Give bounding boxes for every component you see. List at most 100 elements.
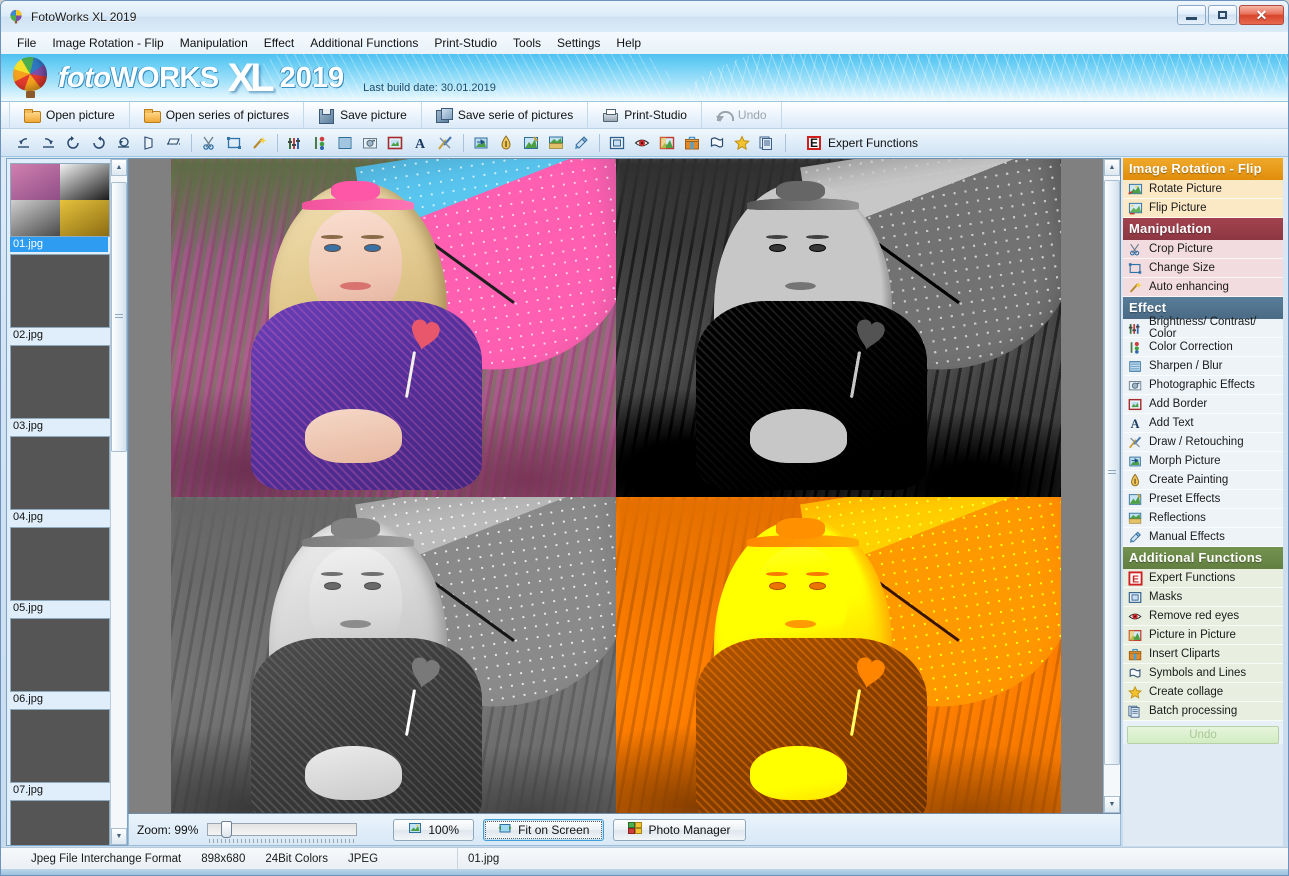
sidebar-item-draw-retouching[interactable]: Draw / Retouching bbox=[1123, 433, 1283, 452]
zoom-slider-handle[interactable] bbox=[221, 821, 233, 838]
sidebar-item-flip-picture[interactable]: Flip Picture bbox=[1123, 199, 1283, 218]
flip-horizontal-icon[interactable] bbox=[161, 132, 185, 154]
flip-vertical-icon[interactable] bbox=[136, 132, 160, 154]
rotate-left-90-icon[interactable] bbox=[11, 132, 35, 154]
crop-scissors-icon[interactable] bbox=[197, 132, 221, 154]
sidebar-item-sharpen-blur[interactable]: Sharpen / Blur bbox=[1123, 357, 1283, 376]
canvas-scroll-thumb[interactable] bbox=[1104, 180, 1120, 765]
menu-item-help[interactable]: Help bbox=[608, 33, 649, 53]
sidebar-item-expert-functions[interactable]: E Expert Functions bbox=[1123, 569, 1283, 588]
rotate-cw-icon[interactable] bbox=[86, 132, 110, 154]
thumbnail-list[interactable]: 01.jpg 02.jpg 03.jpg 04.jpg 05.jpg 06.jpg 07.j… bbox=[7, 159, 110, 845]
sidebar-item-color-correction[interactable]: Color Correction bbox=[1123, 338, 1283, 357]
sidebar-section-header[interactable]: Additional Functions bbox=[1123, 547, 1283, 569]
zoom-100-button[interactable]: 100% bbox=[393, 818, 475, 841]
batch-processing-icon[interactable] bbox=[755, 132, 779, 154]
sidebar-item-create-painting[interactable]: Create Painting bbox=[1123, 471, 1283, 490]
photographic-effects-icon[interactable] bbox=[358, 132, 382, 154]
menu-item-effect[interactable]: Effect bbox=[256, 33, 302, 53]
morph-picture-icon[interactable] bbox=[469, 132, 493, 154]
sidebar-item-preset-effects[interactable]: Preset Effects bbox=[1123, 490, 1283, 509]
sidebar-item-crop-picture[interactable]: Crop Picture bbox=[1123, 240, 1283, 259]
menu-item-additional-functions[interactable]: Additional Functions bbox=[302, 33, 426, 53]
thumbnail-scroll-track[interactable] bbox=[111, 176, 127, 828]
scroll-up-arrow-icon[interactable]: ▲ bbox=[111, 159, 127, 176]
brightness-contrast-icon[interactable] bbox=[283, 132, 307, 154]
zoom-slider[interactable] bbox=[207, 821, 358, 843]
canvas-scroll-track[interactable] bbox=[1104, 176, 1120, 796]
manual-effects-icon[interactable] bbox=[569, 132, 593, 154]
save-picture-button[interactable]: Save picture bbox=[304, 102, 422, 128]
menu-item-image-rotation-flip[interactable]: Image Rotation - Flip bbox=[44, 33, 171, 53]
add-text-icon[interactable]: A bbox=[408, 132, 432, 154]
sidebar-item-insert-cliparts[interactable]: Insert Cliparts bbox=[1123, 645, 1283, 664]
sidebar-item-create-collage[interactable]: Create collage bbox=[1123, 683, 1283, 702]
canvas-viewport[interactable] bbox=[129, 159, 1103, 813]
sidebar-item-auto-enhancing[interactable]: Auto enhancing bbox=[1123, 278, 1283, 297]
sidebar-item-symbols-and-lines[interactable]: Symbols and Lines bbox=[1123, 664, 1283, 683]
symbols-and-lines-icon[interactable] bbox=[705, 132, 729, 154]
thumbnail-scroll-thumb[interactable] bbox=[111, 182, 127, 452]
menu-item-tools[interactable]: Tools bbox=[505, 33, 549, 53]
scroll-down-arrow-icon[interactable]: ▼ bbox=[111, 828, 127, 845]
rotate-free-icon[interactable] bbox=[111, 132, 135, 154]
menu-item-print-studio[interactable]: Print-Studio bbox=[426, 33, 505, 53]
sidebar-section-header[interactable]: Image Rotation - Flip bbox=[1123, 158, 1283, 180]
remove-red-eyes-icon[interactable] bbox=[630, 132, 654, 154]
expert-functions-button[interactable]: E Expert Functions bbox=[799, 132, 926, 154]
save-serie-of-pictures-button[interactable]: Save serie of pictures bbox=[422, 102, 589, 128]
thumbnail-item[interactable]: 05.jpg bbox=[10, 527, 110, 616]
sidebar-item-masks[interactable]: Masks bbox=[1123, 588, 1283, 607]
maximize-button[interactable] bbox=[1208, 5, 1237, 25]
edited-photo[interactable] bbox=[171, 159, 1061, 813]
thumbnail-item[interactable]: 07.jpg bbox=[10, 709, 110, 798]
minimize-button[interactable] bbox=[1177, 5, 1206, 25]
open-picture-button[interactable]: Open picture bbox=[9, 102, 130, 128]
menu-item-settings[interactable]: Settings bbox=[549, 33, 608, 53]
rotate-ccw-icon[interactable] bbox=[61, 132, 85, 154]
menu-item-file[interactable]: File bbox=[9, 33, 44, 53]
picture-in-picture-icon[interactable] bbox=[655, 132, 679, 154]
thumbnail-item[interactable]: 06.jpg bbox=[10, 618, 110, 707]
sidebar-item-photographic-effects[interactable]: Photographic Effects bbox=[1123, 376, 1283, 395]
sidebar-item-add-border[interactable]: Add Border bbox=[1123, 395, 1283, 414]
add-border-icon[interactable] bbox=[383, 132, 407, 154]
canvas-scrollbar[interactable]: ▲ ▼ bbox=[1103, 159, 1120, 813]
thumbnail-item[interactable]: 04.jpg bbox=[10, 436, 110, 525]
color-correction-icon[interactable] bbox=[308, 132, 332, 154]
preset-effects-icon[interactable] bbox=[519, 132, 543, 154]
thumbnail-item[interactable]: 03.jpg bbox=[10, 345, 110, 434]
sidebar-item-rotate-picture[interactable]: Rotate Picture bbox=[1123, 180, 1283, 199]
sidebar-item-reflections[interactable]: Reflections bbox=[1123, 509, 1283, 528]
thumbnail-item[interactable]: 02.jpg bbox=[10, 254, 110, 343]
sidebar-section-header[interactable]: Manipulation bbox=[1123, 218, 1283, 240]
photo-manager-button[interactable]: Photo Manager bbox=[613, 818, 746, 841]
sidebar-item-brightness-contrast-color[interactable]: Brightness/ Contrast/ Color bbox=[1123, 316, 1283, 340]
sidebar-undo-button[interactable]: Undo bbox=[1127, 726, 1279, 744]
thumbnail-scrollbar[interactable]: ▲ ▼ bbox=[110, 159, 127, 845]
masks-icon[interactable] bbox=[605, 132, 629, 154]
auto-enhance-wand-icon[interactable] bbox=[247, 132, 271, 154]
canvas-scroll-down-icon[interactable]: ▼ bbox=[1104, 796, 1120, 813]
create-collage-icon[interactable] bbox=[730, 132, 754, 154]
menu-item-manipulation[interactable]: Manipulation bbox=[172, 33, 256, 53]
reflections-icon[interactable] bbox=[544, 132, 568, 154]
canvas-scroll-up-icon[interactable]: ▲ bbox=[1104, 159, 1120, 176]
rotate-right-90-icon[interactable] bbox=[36, 132, 60, 154]
create-painting-icon[interactable] bbox=[494, 132, 518, 154]
sidebar-item-remove-red-eyes[interactable]: Remove red eyes bbox=[1123, 607, 1283, 626]
thumbnail-item[interactable]: 08.jpg bbox=[10, 800, 110, 845]
open-series-of-pictures-button[interactable]: Open series of pictures bbox=[130, 102, 305, 128]
sidebar-item-add-text[interactable]: A Add Text bbox=[1123, 414, 1283, 433]
sidebar-item-manual-effects[interactable]: Manual Effects bbox=[1123, 528, 1283, 547]
sharpen-blur-icon[interactable] bbox=[333, 132, 357, 154]
draw-retouching-icon[interactable] bbox=[433, 132, 457, 154]
sidebar-item-batch-processing[interactable]: Batch processing bbox=[1123, 702, 1283, 721]
thumbnail-item[interactable]: 01.jpg bbox=[10, 163, 110, 252]
sidebar-item-morph-picture[interactable]: Morph Picture bbox=[1123, 452, 1283, 471]
sidebar-item-change-size[interactable]: Change Size bbox=[1123, 259, 1283, 278]
fit-on-screen-button[interactable]: Fit on Screen bbox=[483, 818, 605, 841]
close-button[interactable]: ✕ bbox=[1239, 5, 1284, 25]
change-size-icon[interactable] bbox=[222, 132, 246, 154]
print-studio-button[interactable]: Print-Studio bbox=[588, 102, 702, 128]
